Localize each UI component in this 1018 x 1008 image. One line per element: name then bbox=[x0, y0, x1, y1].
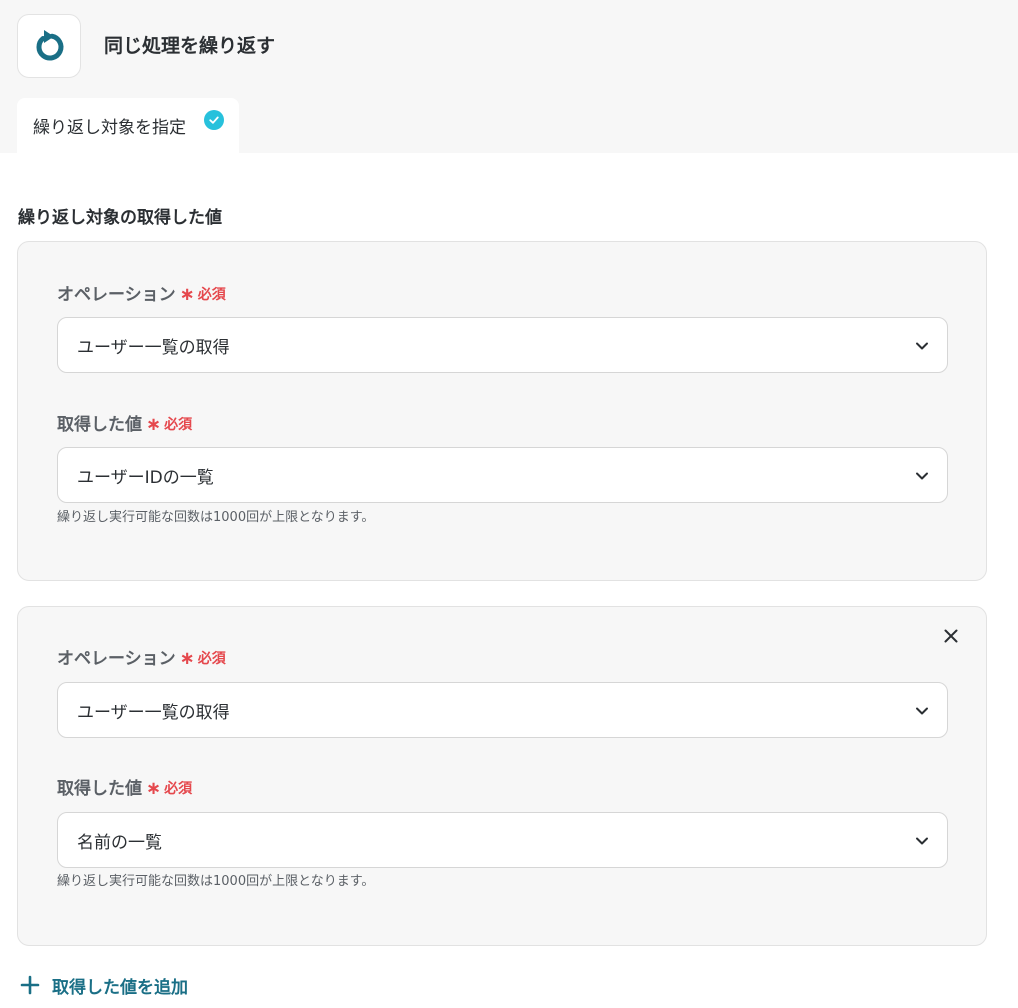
close-icon bbox=[944, 629, 958, 643]
tab-label: 繰り返し対象を指定 bbox=[33, 118, 186, 138]
operation-label-text: オペレーション bbox=[57, 649, 176, 669]
required-badge: 必須 bbox=[197, 287, 226, 303]
plus-icon bbox=[20, 975, 40, 995]
limit-hint: 繰り返し実行可能な回数は1000回が上限となります。 bbox=[57, 510, 375, 525]
operation-select-value: ユーザー一覧の取得 bbox=[77, 702, 230, 723]
required-badge: 必須 bbox=[164, 417, 193, 433]
repeat-target-card: オペレーション ∗ 必須 ユーザー一覧の取得 取得した値 ∗ 必須 名前の一覧 … bbox=[17, 606, 987, 946]
value-label-text: 取得した値 bbox=[57, 779, 142, 799]
value-label: 取得した値 ∗ 必須 bbox=[57, 777, 192, 801]
operation-select-value: ユーザー一覧の取得 bbox=[77, 337, 230, 358]
operation-label-text: オペレーション bbox=[57, 285, 176, 305]
required-asterisk: ∗ bbox=[179, 648, 195, 669]
value-select-value: ユーザーIDの一覧 bbox=[77, 467, 214, 488]
app-icon-tile bbox=[17, 14, 81, 78]
operation-select[interactable]: ユーザー一覧の取得 bbox=[57, 682, 948, 738]
required-asterisk: ∗ bbox=[179, 284, 195, 305]
required-asterisk: ∗ bbox=[146, 414, 162, 435]
required-asterisk: ∗ bbox=[146, 778, 162, 799]
required-badge: 必須 bbox=[164, 781, 193, 797]
add-value-label: 取得した値を追加 bbox=[52, 977, 188, 998]
value-select[interactable]: 名前の一覧 bbox=[57, 812, 948, 868]
chevron-down-icon bbox=[916, 837, 928, 845]
page-title: 同じ処理を繰り返す bbox=[104, 35, 276, 57]
required-badge: 必須 bbox=[197, 651, 226, 667]
value-select-value: 名前の一覧 bbox=[77, 832, 162, 853]
operation-label: オペレーション ∗ 必須 bbox=[57, 647, 226, 671]
section-title: 繰り返し対象の取得した値 bbox=[18, 208, 222, 228]
tab-repeat-target[interactable]: 繰り返し対象を指定 bbox=[17, 98, 239, 153]
repeat-target-card: オペレーション ∗ 必須 ユーザー一覧の取得 取得した値 ∗ 必須 ユーザーID… bbox=[17, 241, 987, 581]
add-value-button[interactable]: 取得した値を追加 bbox=[20, 972, 188, 998]
check-circle-icon bbox=[204, 110, 224, 130]
operation-label: オペレーション ∗ 必須 bbox=[57, 283, 226, 307]
chevron-down-icon bbox=[916, 707, 928, 715]
value-label-text: 取得した値 bbox=[57, 415, 142, 435]
remove-card-button[interactable] bbox=[940, 625, 962, 647]
header-area: 同じ処理を繰り返す 繰り返し対象を指定 bbox=[0, 0, 1018, 153]
chevron-down-icon bbox=[916, 342, 928, 350]
value-label: 取得した値 ∗ 必須 bbox=[57, 413, 192, 437]
operation-select[interactable]: ユーザー一覧の取得 bbox=[57, 317, 948, 373]
value-select[interactable]: ユーザーIDの一覧 bbox=[57, 447, 948, 503]
chevron-down-icon bbox=[916, 472, 928, 480]
limit-hint: 繰り返し実行可能な回数は1000回が上限となります。 bbox=[57, 874, 375, 889]
loop-icon bbox=[36, 30, 64, 61]
